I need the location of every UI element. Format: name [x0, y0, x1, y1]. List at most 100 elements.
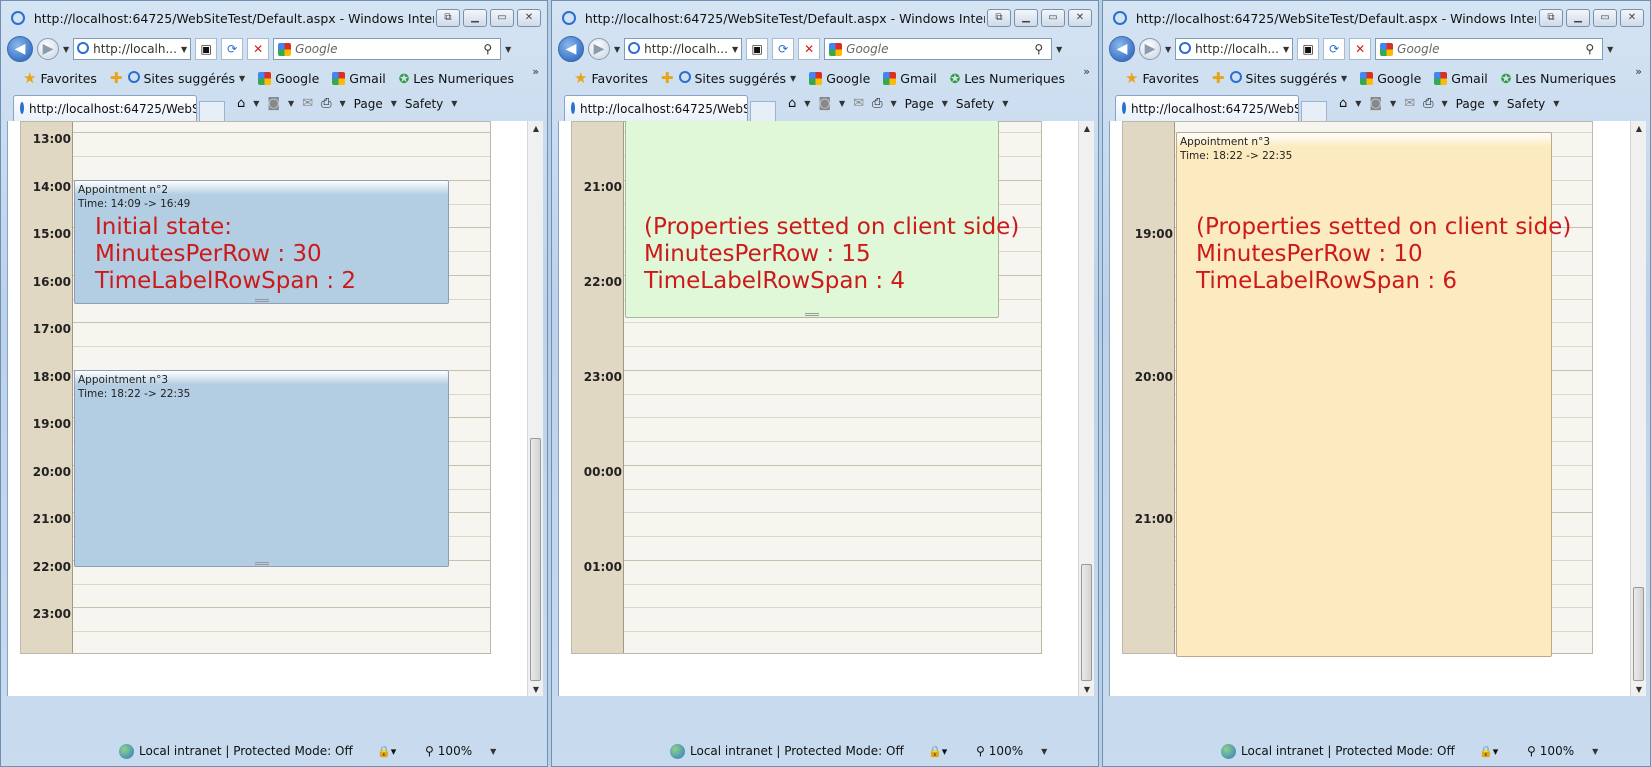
favorite-item[interactable]: Google	[1360, 71, 1421, 86]
search-options-icon[interactable]: ▼	[1056, 45, 1062, 54]
favorite-item[interactable]: ✪ Les Numeriques	[1501, 71, 1616, 86]
scroll-up-icon[interactable]: ▲	[1631, 121, 1647, 135]
protected-mode-icon[interactable]: 🔒▾	[377, 745, 396, 758]
feeds-icon[interactable]: ◙	[1369, 96, 1382, 111]
resize-grip-icon[interactable]	[254, 299, 269, 302]
safety-menu[interactable]: Safety	[1507, 97, 1545, 111]
chevron-icon[interactable]: »	[1635, 65, 1642, 78]
page-icon[interactable]: ⧉	[1539, 9, 1563, 27]
compatibility-icon[interactable]: ▣	[195, 38, 218, 60]
resize-grip-icon[interactable]	[805, 313, 819, 316]
home-icon[interactable]: ⌂	[1339, 96, 1347, 111]
stop-icon[interactable]: ✕	[798, 38, 821, 60]
vertical-scrollbar[interactable]: ▲ ▼	[1630, 121, 1646, 696]
print-icon[interactable]: ⎙	[872, 96, 882, 111]
print-icon[interactable]: ⎙	[1423, 96, 1433, 111]
scroll-down-icon[interactable]: ▼	[1631, 682, 1647, 696]
minimize-button[interactable]: ▁	[463, 9, 487, 27]
vertical-scrollbar[interactable]: ▲ ▼	[527, 121, 543, 696]
compatibility-icon[interactable]: ▣	[746, 38, 769, 60]
safety-menu[interactable]: Safety	[405, 97, 443, 111]
search-icon[interactable]: ⚲	[483, 42, 492, 56]
page-menu[interactable]: Page	[1456, 97, 1485, 111]
address-field[interactable]: http://localh... ▼	[1175, 38, 1294, 60]
page-menu[interactable]: Page	[354, 97, 383, 111]
favorite-item[interactable]: Sites suggérés ▼	[678, 71, 796, 86]
protected-mode-icon[interactable]: 🔒▾	[928, 745, 947, 758]
compatibility-icon[interactable]: ▣	[1297, 38, 1320, 60]
tab-active[interactable]: http://localhost:64725/WebS...	[1115, 95, 1299, 121]
tab-active[interactable]: http://localhost:64725/WebS...	[564, 95, 748, 121]
scroll-down-icon[interactable]: ▼	[528, 682, 544, 696]
print-icon[interactable]: ⎙	[321, 96, 331, 111]
resize-grip-icon[interactable]	[254, 562, 269, 565]
protected-mode-icon[interactable]: 🔒▾	[1479, 745, 1498, 758]
favorites-button[interactable]: ★ Favorites	[23, 69, 97, 87]
close-button[interactable]: ✕	[1068, 9, 1092, 27]
back-button[interactable]: ◀	[558, 36, 584, 62]
scroll-thumb[interactable]	[1633, 587, 1644, 681]
maximize-button[interactable]: ▭	[1593, 9, 1617, 27]
add-favorite-icon[interactable]: ✚	[1212, 69, 1225, 87]
address-field[interactable]: http://localh... ▼	[624, 38, 743, 60]
zoom-control[interactable]: ⚲ 100% ▼	[1527, 744, 1598, 758]
search-icon[interactable]: ⚲	[1585, 42, 1594, 56]
favorite-item[interactable]: ✪ Les Numeriques	[950, 71, 1065, 86]
history-dropdown-icon[interactable]: ▼	[614, 45, 620, 54]
address-field[interactable]: http://localh... ▼	[73, 38, 192, 60]
chevron-icon[interactable]: »	[1083, 65, 1090, 78]
scroll-up-icon[interactable]: ▲	[1079, 121, 1095, 135]
search-icon[interactable]: ⚲	[1034, 42, 1043, 56]
refresh-icon[interactable]: ⟳	[1323, 38, 1346, 60]
maximize-button[interactable]: ▭	[1041, 9, 1065, 27]
scroll-down-icon[interactable]: ▼	[1079, 682, 1095, 696]
zoom-control[interactable]: ⚲ 100% ▼	[425, 744, 496, 758]
search-input[interactable]: Google ⚲	[1375, 38, 1604, 60]
new-tab-button[interactable]	[750, 101, 776, 121]
favorite-item[interactable]: Gmail	[1434, 71, 1488, 86]
mail-icon[interactable]: ✉	[302, 96, 313, 111]
refresh-icon[interactable]: ⟳	[772, 38, 795, 60]
new-tab-button[interactable]	[1301, 101, 1327, 121]
maximize-button[interactable]: ▭	[490, 9, 514, 27]
new-tab-button[interactable]	[199, 101, 225, 121]
favorite-item[interactable]: Google	[809, 71, 870, 86]
favorites-button[interactable]: ★ Favorites	[574, 69, 648, 87]
mail-icon[interactable]: ✉	[1404, 96, 1415, 111]
refresh-icon[interactable]: ⟳	[221, 38, 244, 60]
search-input[interactable]: Google ⚲	[273, 38, 502, 60]
chevron-icon[interactable]: »	[532, 65, 539, 78]
favorite-item[interactable]: ✪ Les Numeriques	[399, 71, 514, 86]
appointment-block[interactable]: Appointment n°3 Time: 18:22 -> 22:35	[74, 370, 449, 567]
scroll-thumb[interactable]	[1081, 564, 1092, 681]
zoom-control[interactable]: ⚲ 100% ▼	[976, 744, 1047, 758]
page-icon[interactable]: ⧉	[987, 9, 1011, 27]
minimize-button[interactable]: ▁	[1014, 9, 1038, 27]
feeds-icon[interactable]: ◙	[267, 96, 280, 111]
search-input[interactable]: Google ⚲	[824, 38, 1053, 60]
forward-button[interactable]: ▶	[37, 38, 59, 60]
vertical-scrollbar[interactable]: ▲ ▼	[1078, 121, 1094, 696]
feeds-icon[interactable]: ◙	[818, 96, 831, 111]
mail-icon[interactable]: ✉	[853, 96, 864, 111]
back-button[interactable]: ◀	[1109, 36, 1135, 62]
forward-button[interactable]: ▶	[588, 38, 610, 60]
tab-active[interactable]: http://localhost:64725/WebS...	[13, 95, 197, 121]
favorite-item[interactable]: Sites suggérés ▼	[1229, 71, 1347, 86]
minimize-button[interactable]: ▁	[1566, 9, 1590, 27]
stop-icon[interactable]: ✕	[1349, 38, 1372, 60]
favorite-item[interactable]: Gmail	[332, 71, 386, 86]
favorite-item[interactable]: Gmail	[883, 71, 937, 86]
search-options-icon[interactable]: ▼	[1607, 45, 1613, 54]
home-icon[interactable]: ⌂	[788, 96, 796, 111]
close-button[interactable]: ✕	[517, 9, 541, 27]
close-button[interactable]: ✕	[1620, 9, 1644, 27]
add-favorite-icon[interactable]: ✚	[661, 69, 674, 87]
favorite-item[interactable]: Google	[258, 71, 319, 86]
favorites-button[interactable]: ★ Favorites	[1125, 69, 1199, 87]
favorite-item[interactable]: Sites suggérés ▼	[127, 71, 245, 86]
history-dropdown-icon[interactable]: ▼	[63, 45, 69, 54]
safety-menu[interactable]: Safety	[956, 97, 994, 111]
back-button[interactable]: ◀	[7, 36, 33, 62]
stop-icon[interactable]: ✕	[247, 38, 270, 60]
